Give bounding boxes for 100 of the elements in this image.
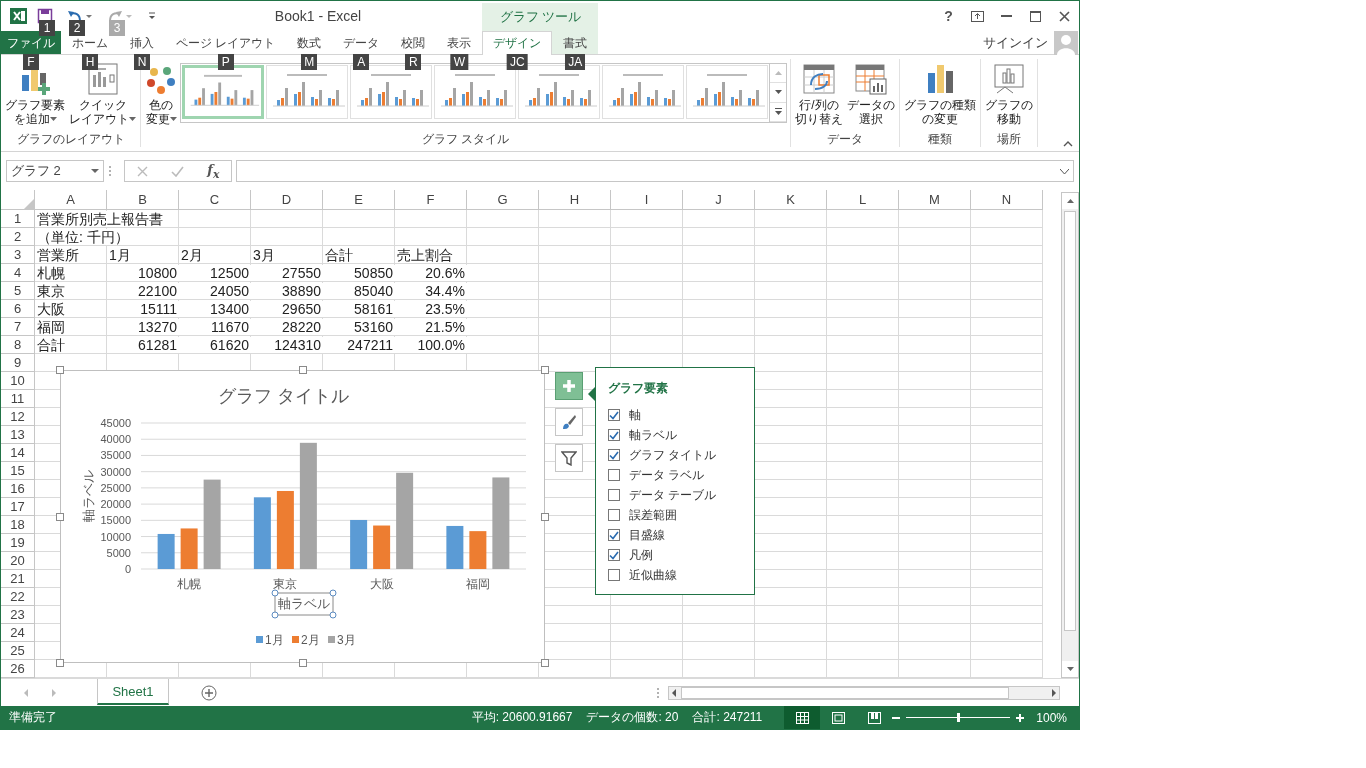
bar[interactable]	[373, 525, 391, 569]
row-header[interactable]: 9	[1, 354, 35, 372]
row-header[interactable]: 13	[1, 426, 35, 444]
row-header[interactable]: 6	[1, 300, 35, 318]
checkbox[interactable]	[608, 429, 620, 441]
resize-handle[interactable]	[298, 659, 307, 667]
column-header[interactable]: D	[251, 190, 323, 210]
chart-style-thumbnail[interactable]	[266, 65, 348, 119]
chart-style-thumbnail[interactable]	[602, 65, 684, 119]
row-header[interactable]: 14	[1, 444, 35, 462]
formula-input[interactable]	[236, 160, 1074, 182]
column-header[interactable]: A	[35, 190, 107, 210]
checkbox[interactable]	[608, 489, 620, 501]
expand-icon[interactable]	[1060, 168, 1069, 174]
bar[interactable]	[299, 442, 317, 569]
zoom-slider-thumb[interactable]	[957, 713, 961, 722]
row-header[interactable]: 20	[1, 552, 35, 570]
column-header[interactable]: I	[611, 190, 683, 210]
row-header[interactable]: 1	[1, 210, 35, 228]
checkbox[interactable]	[608, 529, 620, 541]
zoom-in-icon[interactable]	[1016, 713, 1025, 722]
collapse-ribbon-icon[interactable]	[1063, 141, 1073, 147]
row-header[interactable]: 17	[1, 498, 35, 516]
scroll-down-icon[interactable]	[1066, 667, 1074, 671]
scroll-up-icon[interactable]	[1066, 199, 1074, 203]
checkbox[interactable]	[608, 449, 620, 461]
bar[interactable]	[446, 525, 464, 569]
resize-handle[interactable]	[56, 366, 64, 374]
column-header[interactable]: G	[467, 190, 539, 210]
axis-title[interactable]: 軸ラベル	[81, 470, 96, 522]
ribbon-tab[interactable]: 数式	[286, 31, 333, 54]
row-header[interactable]: 4	[1, 264, 35, 282]
ribbon-tab[interactable]: 書式	[552, 31, 599, 54]
ribbon-tab[interactable]: ファイル	[1, 31, 61, 54]
checkbox-label[interactable]: データ テーブル	[629, 486, 717, 504]
vertical-scrollbar[interactable]	[1061, 192, 1079, 678]
column-header[interactable]: H	[539, 190, 611, 210]
row-header[interactable]: 3	[1, 246, 35, 264]
sheet-tab[interactable]: Sheet1	[97, 679, 169, 705]
normal-view-button[interactable]	[784, 706, 821, 729]
zoom-level[interactable]: 100%	[1036, 710, 1067, 725]
bar[interactable]	[276, 490, 294, 569]
column-header[interactable]: E	[323, 190, 395, 210]
chart-filters-button[interactable]	[555, 444, 583, 472]
row-header[interactable]: 23	[1, 606, 35, 624]
scrollbar-thumb[interactable]	[681, 686, 1009, 699]
chart-style-thumbnail[interactable]	[434, 65, 516, 119]
checkbox-label[interactable]: 誤差範囲	[629, 506, 677, 524]
add-sheet-icon[interactable]	[201, 684, 217, 701]
name-box[interactable]: グラフ 2	[6, 160, 104, 182]
checkbox-label[interactable]: 軸	[629, 406, 641, 424]
column-header[interactable]: L	[827, 190, 899, 210]
resize-handle[interactable]	[56, 659, 64, 667]
bar[interactable]	[350, 519, 368, 569]
axis-title[interactable]: 軸ラベル	[271, 589, 337, 619]
insert-function-button[interactable]: f$_{x}$	[207, 161, 220, 181]
row-header[interactable]: 18	[1, 516, 35, 534]
checkbox[interactable]	[608, 469, 620, 481]
move-chart-button[interactable]: グラフの 移動	[984, 59, 1034, 128]
resize-handle[interactable]	[298, 366, 307, 374]
checkbox[interactable]	[608, 509, 620, 521]
checkbox-label[interactable]: 近似曲線	[629, 566, 677, 584]
checkbox[interactable]	[608, 569, 620, 581]
row-header[interactable]: 10	[1, 372, 35, 390]
horizontal-scrollbar[interactable]	[668, 685, 1060, 700]
row-header[interactable]: 21	[1, 570, 35, 588]
help-button[interactable]: ?	[934, 4, 963, 28]
chart-style-thumbnail[interactable]	[686, 65, 768, 119]
ribbon-tab[interactable]: 校閲	[390, 31, 437, 54]
switch-row-column-button[interactable]: 行/列の 切り替え	[794, 59, 844, 128]
row-header[interactable]: 16	[1, 480, 35, 498]
sign-in-link[interactable]: サインイン	[983, 33, 1048, 52]
row-header[interactable]: 19	[1, 534, 35, 552]
customize-toolbar-icon[interactable]	[147, 11, 157, 21]
column-header[interactable]: F	[395, 190, 467, 210]
checkbox-label[interactable]: 軸ラベル	[629, 426, 677, 444]
change-chart-type-button[interactable]: グラフの種類 の変更	[903, 59, 977, 128]
row-header[interactable]: 24	[1, 624, 35, 642]
zoom-slider[interactable]	[906, 713, 1011, 722]
row-header[interactable]: 25	[1, 642, 35, 660]
bar[interactable]	[180, 528, 198, 569]
ribbon-tab[interactable]: ページ レイアウト	[165, 31, 287, 54]
chart-elements-button[interactable]	[555, 372, 583, 400]
ribbon-tab[interactable]: データ	[332, 31, 391, 54]
resize-handle[interactable]	[541, 659, 549, 667]
bar[interactable]	[396, 472, 414, 569]
chart-style-thumbnail[interactable]	[182, 65, 264, 119]
checkbox[interactable]	[608, 409, 620, 421]
resize-handle[interactable]	[541, 366, 549, 374]
bar[interactable]	[253, 497, 271, 569]
checkbox-label[interactable]: 目盛線	[629, 526, 665, 544]
scrollbar-thumb[interactable]	[1064, 211, 1076, 631]
resize-handle[interactable]	[56, 512, 64, 521]
bar[interactable]	[469, 531, 487, 569]
row-header[interactable]: 22	[1, 588, 35, 606]
checkbox-label[interactable]: グラフ タイトル	[629, 446, 717, 464]
check-icon[interactable]	[170, 165, 184, 177]
chart-styles-button[interactable]	[555, 408, 583, 436]
column-header[interactable]: B	[107, 190, 179, 210]
row-header[interactable]: 15	[1, 462, 35, 480]
